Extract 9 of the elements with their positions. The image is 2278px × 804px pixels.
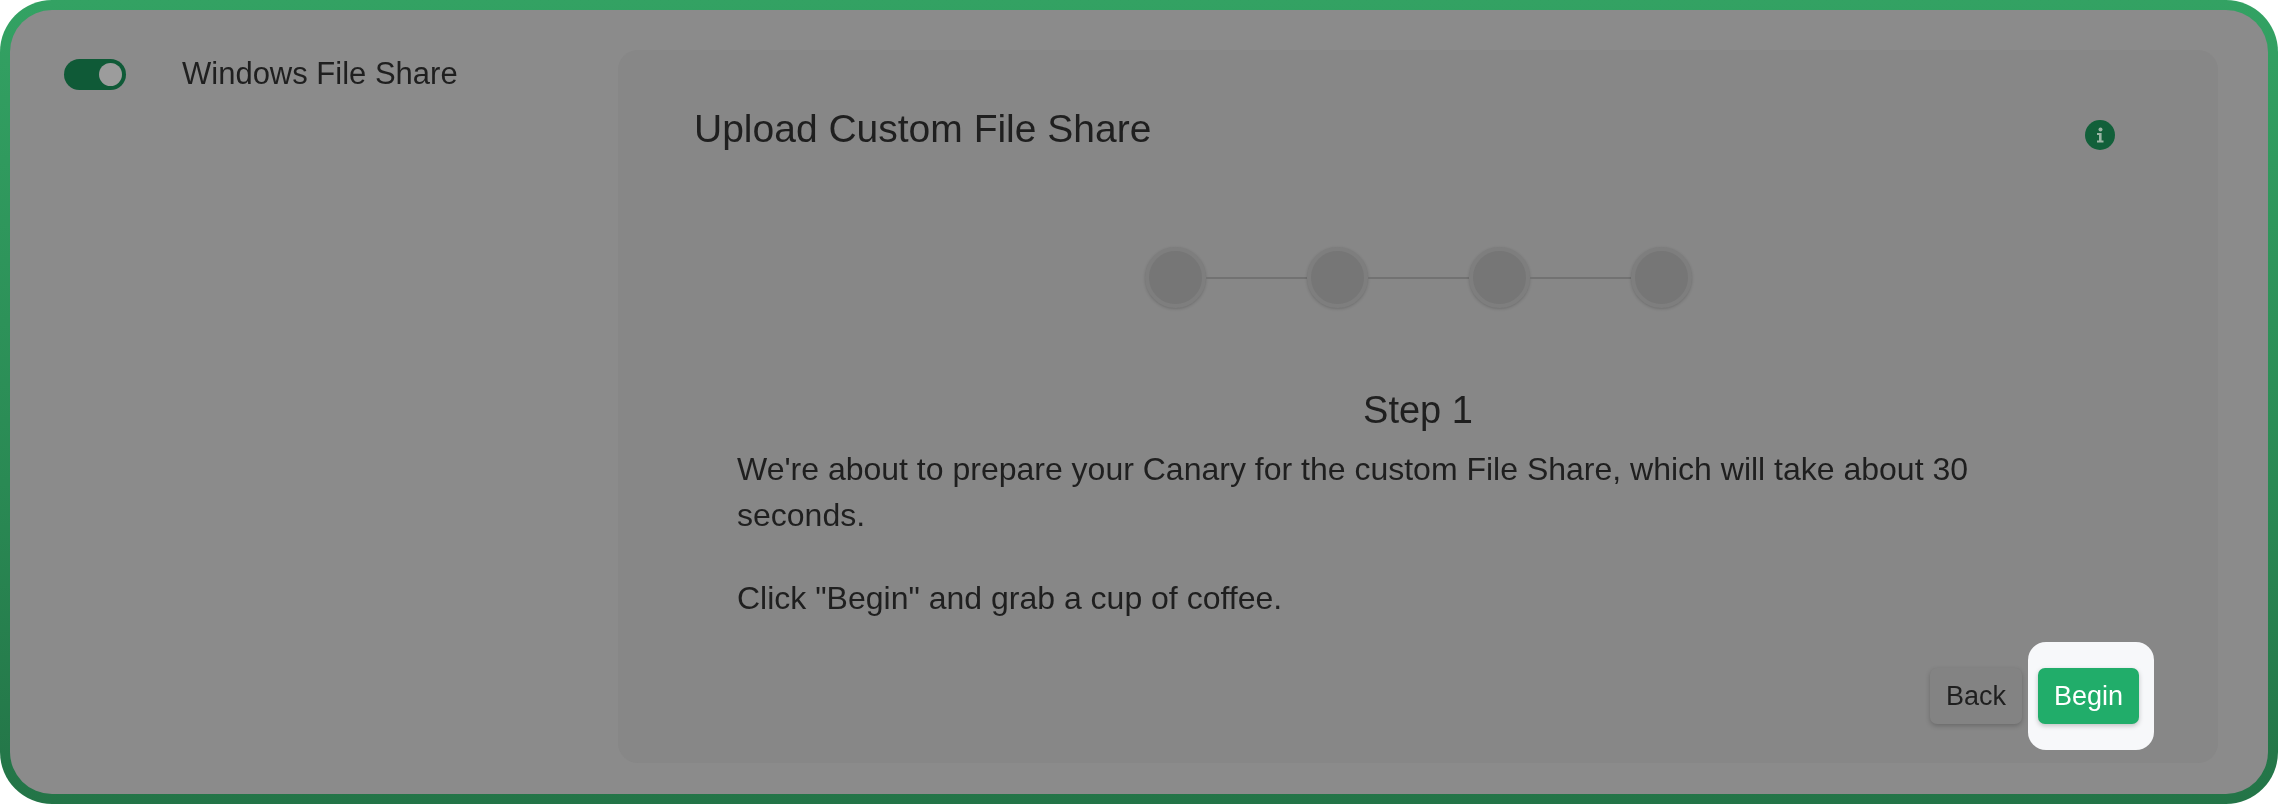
setting-label: Windows File Share [182, 56, 458, 92]
primary-button[interactable]: Begin [2037, 668, 2139, 724]
secondary-button[interactable]: Back [1929, 668, 2022, 724]
info-icon[interactable] [2085, 120, 2115, 150]
instruction-text: Click "Begin" and grab a cup of coffee. [737, 579, 1284, 618]
step-title: Step 1 [1362, 388, 1474, 433]
toggle-switch[interactable] [64, 58, 126, 90]
instruction-text: We're about to prepare your Canary for the custom File Share, which will take about 30 seconds. [737, 450, 1970, 535]
dialog-title: Upload Custom File Share [694, 107, 1152, 151]
